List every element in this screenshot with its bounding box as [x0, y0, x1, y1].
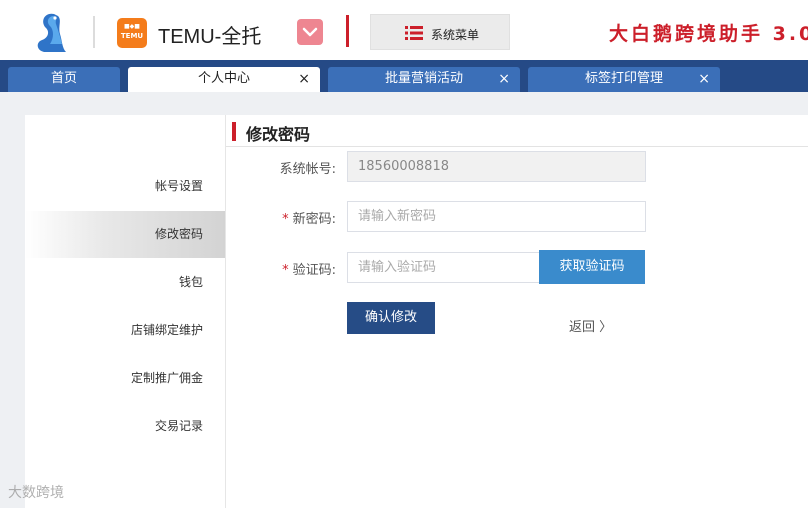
brand-name: TEMU-全托: [158, 26, 262, 48]
new-password-input[interactable]: 请输入新密码: [347, 201, 646, 232]
verification-code-input[interactable]: 请输入验证码: [347, 252, 540, 283]
sidebar-item-promotion-commission[interactable]: 定制推广佣金: [25, 355, 225, 402]
close-icon[interactable]: ×: [498, 67, 510, 91]
tab-label: 标签打印管理: [584, 71, 663, 86]
confirm-button[interactable]: 确认修改: [347, 302, 435, 334]
get-code-button[interactable]: 获取验证码: [539, 250, 645, 284]
tab-personal-center[interactable]: 个人中心 ×: [128, 67, 320, 92]
tab-label: 批量营销活动: [384, 71, 463, 86]
page-title: 修改密码: [246, 125, 311, 144]
back-link[interactable]: 返回 〉: [569, 316, 612, 335]
list-menu-icon: [405, 26, 423, 40]
chevron-down-icon: [302, 27, 318, 37]
sidebar-item-wallet[interactable]: 钱包: [25, 259, 225, 306]
sidebar: 帐号设置 修改密码 钱包 店铺绑定维护 定制推广佣金 交易记录: [25, 115, 225, 508]
temu-logo: ■◆■ TEMU: [117, 18, 147, 48]
header-divider: [93, 16, 95, 48]
sidebar-item-transactions[interactable]: 交易记录: [25, 403, 225, 450]
new-password-label: * 新密码:: [226, 208, 336, 227]
system-menu-button[interactable]: 系统菜单: [370, 14, 510, 50]
sidebar-item-change-password[interactable]: 修改密码: [25, 211, 225, 258]
required-mark: *: [282, 263, 289, 278]
temu-logo-mark: ■◆■: [124, 23, 140, 30]
sidebar-item-account-settings[interactable]: 帐号设置: [25, 163, 225, 210]
header-red-divider: [346, 15, 349, 47]
system-menu-label: 系统菜单: [431, 28, 480, 42]
title-accent-bar: [232, 122, 236, 141]
tab-label-printing[interactable]: 标签打印管理 ×: [528, 67, 720, 92]
sidebar-item-store-binding[interactable]: 店铺绑定维护: [25, 307, 225, 354]
code-label-text: 验证码:: [292, 263, 336, 278]
code-label: * 验证码:: [226, 259, 336, 278]
required-mark: *: [282, 212, 289, 227]
tab-bar: 首页 个人中心 × 批量营销活动 × 标签打印管理 ×: [0, 60, 808, 92]
panel-header: 修改密码: [226, 115, 808, 147]
app-title: 大白鹅跨境助手 3.0: [609, 23, 808, 45]
close-icon[interactable]: ×: [298, 67, 310, 91]
tab-label: 个人中心: [197, 71, 250, 86]
account-field: 18560008818: [347, 151, 646, 182]
temu-logo-text: TEMU: [120, 31, 144, 40]
new-password-label-text: 新密码:: [292, 212, 336, 227]
top-header: ■◆■ TEMU TEMU-全托 系统菜单 大白鹅跨境助手 3.0: [0, 0, 808, 64]
account-label-text: 系统帐号:: [279, 162, 336, 177]
watermark: 大数跨境: [8, 485, 64, 501]
swan-logo-icon[interactable]: [32, 10, 72, 54]
tab-batch-marketing[interactable]: 批量营销活动 ×: [328, 67, 520, 92]
tab-home[interactable]: 首页: [8, 67, 120, 92]
change-password-panel: 修改密码 系统帐号: 18560008818 * 新密码: 请输入新密码 * 验证码…: [225, 115, 808, 508]
account-label: 系统帐号:: [226, 158, 336, 177]
tab-label: 首页: [50, 71, 77, 86]
close-icon[interactable]: ×: [698, 67, 710, 91]
platform-dropdown-button[interactable]: [297, 19, 323, 45]
